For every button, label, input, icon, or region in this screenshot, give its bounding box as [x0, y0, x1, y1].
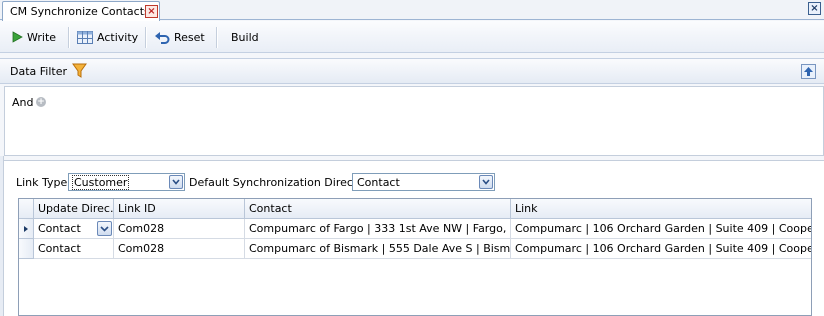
table-cell-link-id[interactable]: Com028	[114, 239, 245, 259]
collapse-up-icon[interactable]	[801, 64, 816, 79]
sync-grid: Update Direc... Link ID Contact Link Con…	[18, 198, 812, 316]
link-type-select[interactable]: Customer	[68, 173, 185, 191]
data-filter-title: Data Filter	[10, 65, 68, 78]
window-close-icon[interactable]: ×	[808, 2, 821, 15]
table-cell-contact[interactable]: Compumarc of Bismark | 555 Dale Ave S | …	[245, 239, 511, 259]
table-cell-link[interactable]: Compumarc | 106 Orchard Garden | Suite 4…	[511, 219, 811, 239]
filter-group-operator[interactable]: And	[12, 96, 33, 109]
write-button[interactable]: Write	[11, 27, 56, 47]
document-tab-strip: CM Synchronize Contacts × ×	[0, 0, 824, 21]
activity-button[interactable]: Activity	[77, 27, 138, 47]
play-icon	[12, 31, 23, 43]
default-direction-value: Contact	[357, 176, 400, 189]
build-button[interactable]: Build	[231, 27, 259, 47]
default-direction-label: Default Synchronization Direction	[189, 176, 374, 189]
reset-button[interactable]: Reset	[155, 27, 205, 47]
column-header-update-direction[interactable]: Update Direc...	[34, 199, 120, 219]
link-type-label: Link Type	[16, 176, 68, 189]
tab-close-icon[interactable]: ×	[145, 5, 158, 18]
activity-button-label: Activity	[97, 30, 139, 44]
default-direction-select[interactable]: Contact	[352, 173, 495, 191]
table-cell-link[interactable]: Compumarc | 106 Orchard Garden | Suite 4…	[511, 239, 811, 259]
undo-icon	[155, 31, 170, 44]
row-selector[interactable]	[19, 239, 34, 259]
reset-button-label: Reset	[174, 30, 205, 44]
column-header-link[interactable]: Link	[511, 199, 811, 219]
row-selector-current[interactable]	[19, 219, 34, 239]
chevron-down-icon[interactable]	[169, 175, 183, 189]
chevron-down-icon[interactable]	[479, 175, 493, 189]
current-row-arrow-icon	[24, 226, 28, 232]
tab-cm-synchronize-contacts[interactable]: CM Synchronize Contacts ×	[2, 1, 160, 21]
table-cell-update-direction[interactable]: Contact	[34, 219, 114, 239]
write-button-label: Write	[27, 30, 57, 44]
table-cell-update-direction[interactable]: Contact	[34, 239, 114, 259]
data-filter-panel: And +	[4, 86, 824, 156]
build-button-label: Build	[231, 30, 259, 44]
grid-corner-header	[19, 199, 34, 219]
column-header-contact[interactable]: Contact	[245, 199, 511, 219]
grid-icon	[77, 30, 93, 44]
table-cell-contact[interactable]: Compumarc of Fargo | 333 1st Ave NW | Fa…	[245, 219, 511, 239]
toolbar-separator	[68, 27, 69, 48]
chevron-down-icon[interactable]	[97, 221, 112, 236]
toolbar: Write Activity Reset Build	[0, 21, 824, 53]
table-cell-link-id[interactable]: Com028	[114, 219, 245, 239]
toolbar-separator	[145, 27, 146, 48]
link-type-value: Customer	[71, 175, 130, 190]
arrow-up-icon	[804, 67, 813, 76]
toolbar-separator	[216, 27, 217, 48]
column-header-link-id[interactable]: Link ID	[114, 199, 245, 219]
funnel-icon[interactable]	[72, 63, 87, 79]
add-condition-icon[interactable]: +	[36, 97, 46, 107]
tab-title: CM Synchronize Contacts	[10, 5, 150, 18]
data-filter-header: Data Filter	[0, 58, 824, 84]
